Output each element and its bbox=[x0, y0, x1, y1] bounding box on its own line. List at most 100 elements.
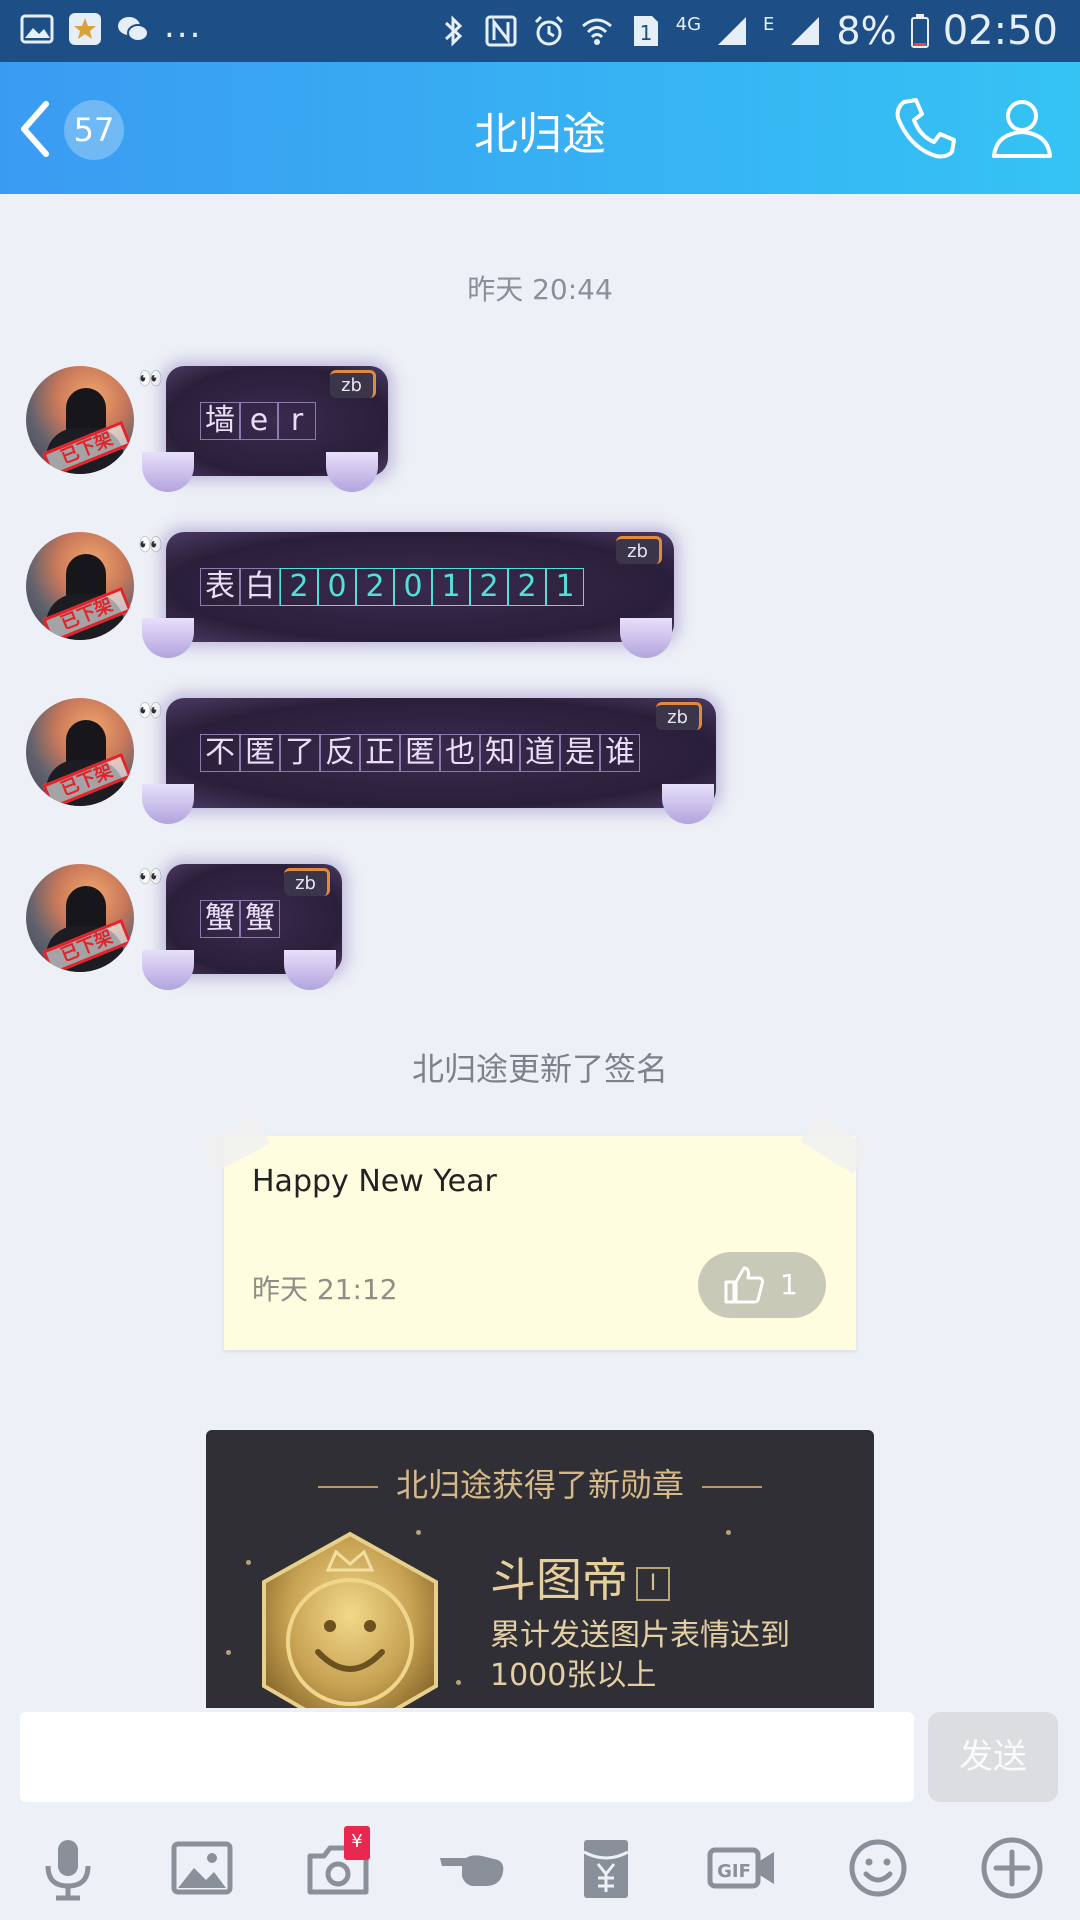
like-button[interactable]: 1 bbox=[698, 1252, 826, 1318]
bubble-eyes-decoration: 👀 bbox=[138, 532, 163, 556]
message-bubble[interactable]: zb 表 白 2 0 2 0 1 2 2 1 bbox=[166, 532, 674, 642]
message-char: 表 bbox=[200, 568, 240, 606]
wifi-icon bbox=[581, 18, 612, 45]
message-row: 已下架 👀 zb 不 匿 了 反 正 匿 也 知 道 是 谁 bbox=[26, 698, 726, 828]
signal-2-icon bbox=[791, 17, 820, 45]
thumbs-up-icon bbox=[724, 1266, 764, 1304]
svg-text:GIF: GIF bbox=[717, 1861, 751, 1882]
bubble-badge: zb bbox=[616, 536, 662, 564]
message-char: 墙 bbox=[200, 402, 240, 440]
message-digit: 2 bbox=[470, 568, 508, 606]
bubble-wing-right bbox=[326, 452, 378, 492]
red-packet-badge: ¥ bbox=[344, 1826, 370, 1860]
avatar[interactable]: 已下架 bbox=[26, 864, 134, 972]
status-left: ... bbox=[20, 6, 202, 46]
camera-icon[interactable]: ¥ bbox=[302, 1826, 374, 1904]
red-packet-icon[interactable] bbox=[570, 1832, 642, 1904]
message-text: 墙 e r bbox=[200, 402, 316, 440]
network-4g-label: 4G bbox=[675, 14, 702, 35]
battery-percent: 8% bbox=[836, 9, 897, 53]
emoji-icon[interactable] bbox=[842, 1832, 914, 1904]
back-button[interactable]: 57 bbox=[16, 96, 136, 162]
message-digit: 2 bbox=[508, 568, 546, 606]
bubble-wing-left bbox=[142, 618, 194, 658]
svg-text:1: 1 bbox=[639, 21, 652, 45]
message-text: 表 白 2 0 2 0 1 2 2 1 bbox=[200, 568, 584, 606]
status-right: 1 4G E 8% 02:50 bbox=[436, 8, 1058, 54]
bubble-wing-right bbox=[662, 784, 714, 824]
clock: 02:50 bbox=[942, 8, 1058, 54]
unread-count-badge: 57 bbox=[64, 100, 124, 160]
sparkle-decoration bbox=[246, 1560, 251, 1565]
network-e-label: E bbox=[763, 14, 775, 35]
alarm-icon bbox=[534, 15, 563, 46]
message-char: 匿 bbox=[400, 734, 440, 772]
microphone-icon[interactable] bbox=[32, 1832, 104, 1904]
signature-card[interactable]: Happy New Year 昨天 21:12 1 bbox=[200, 1114, 870, 1350]
gallery-icon bbox=[20, 14, 54, 44]
sim-icon: 1 bbox=[633, 16, 658, 46]
message-char: 蟹 bbox=[240, 900, 280, 938]
nfc-icon bbox=[485, 15, 517, 47]
bluetooth-icon bbox=[444, 15, 462, 47]
send-button[interactable]: 发送 bbox=[928, 1712, 1058, 1802]
chevron-left-icon bbox=[21, 101, 49, 157]
avatar[interactable]: 已下架 bbox=[26, 366, 134, 474]
signature-update-notice: 北归途更新了签名 bbox=[411, 1050, 668, 1088]
sparkle-decoration bbox=[456, 1680, 461, 1685]
message-digit: 0 bbox=[394, 568, 432, 606]
medal-header: 北归途获得了新勋章 bbox=[206, 1460, 874, 1506]
message-text: 蟹 蟹 bbox=[200, 900, 280, 938]
bubble-eyes-decoration: 👀 bbox=[138, 864, 163, 888]
medal-description: 累计发送图片表情达到1000张以上 bbox=[490, 1618, 790, 1693]
bubble-wing-left bbox=[142, 784, 194, 824]
message-input[interactable] bbox=[20, 1712, 914, 1802]
sparkle-decoration bbox=[226, 1650, 231, 1655]
plus-icon[interactable] bbox=[976, 1832, 1048, 1904]
bubble-badge: zb bbox=[284, 868, 330, 896]
image-icon[interactable] bbox=[166, 1832, 238, 1904]
poke-icon[interactable] bbox=[436, 1832, 508, 1904]
smiley-medal-icon bbox=[262, 1531, 438, 1710]
medal-card[interactable]: 北归途获得了新勋章 斗图帝 I 累计发送图片表情达到1000张以上 bbox=[206, 1430, 874, 1710]
message-char: e bbox=[240, 402, 278, 440]
message-digit: 1 bbox=[432, 568, 470, 606]
signal-icon bbox=[718, 17, 747, 45]
avatar[interactable]: 已下架 bbox=[26, 532, 134, 640]
more-notifications: ... bbox=[164, 6, 203, 46]
wechat-icon bbox=[118, 17, 149, 42]
divider-line bbox=[702, 1486, 763, 1488]
message-row: 已下架 👀 zb 表 白 2 0 2 0 1 2 2 1 bbox=[26, 532, 676, 662]
chat-title: 北归途 bbox=[474, 109, 606, 160]
message-char: 知 bbox=[480, 734, 520, 772]
gif-icon[interactable]: GIF bbox=[706, 1832, 778, 1904]
bubble-wing-right bbox=[284, 950, 336, 990]
message-char: 反 bbox=[320, 734, 360, 772]
bubble-eyes-decoration: 👀 bbox=[138, 366, 163, 390]
avatar[interactable]: 已下架 bbox=[26, 698, 134, 806]
message-bubble[interactable]: zb 不 匿 了 反 正 匿 也 知 道 是 谁 bbox=[166, 698, 716, 808]
star-app-icon bbox=[69, 13, 101, 45]
message-char: 正 bbox=[360, 734, 400, 772]
message-char: 也 bbox=[440, 734, 480, 772]
phone-icon[interactable] bbox=[890, 92, 962, 164]
status-bar: ... 1 4G E 8% 02:50 bbox=[0, 0, 1080, 62]
bubble-wing-left bbox=[142, 950, 194, 990]
signature-text: Happy New Year bbox=[252, 1164, 497, 1199]
divider-line bbox=[317, 1486, 378, 1488]
message-char: 匿 bbox=[240, 734, 280, 772]
message-row: 已下架 👀 zb 墙 e r bbox=[26, 366, 388, 496]
tape-decoration-right bbox=[800, 1114, 870, 1174]
message-char: 谁 bbox=[600, 734, 640, 772]
message-text: 不 匿 了 反 正 匿 也 知 道 是 谁 bbox=[200, 734, 640, 772]
message-char: 白 bbox=[240, 568, 280, 606]
message-digit: 0 bbox=[318, 568, 356, 606]
profile-icon[interactable] bbox=[986, 92, 1058, 164]
message-digit: 2 bbox=[280, 568, 318, 606]
input-toolbar: ¥ GIF bbox=[0, 1822, 1080, 1920]
bubble-wing-left bbox=[142, 452, 194, 492]
message-char: 蟹 bbox=[200, 900, 240, 938]
message-digit: 2 bbox=[356, 568, 394, 606]
message-char: 道 bbox=[520, 734, 560, 772]
message-digit: 1 bbox=[546, 568, 584, 606]
